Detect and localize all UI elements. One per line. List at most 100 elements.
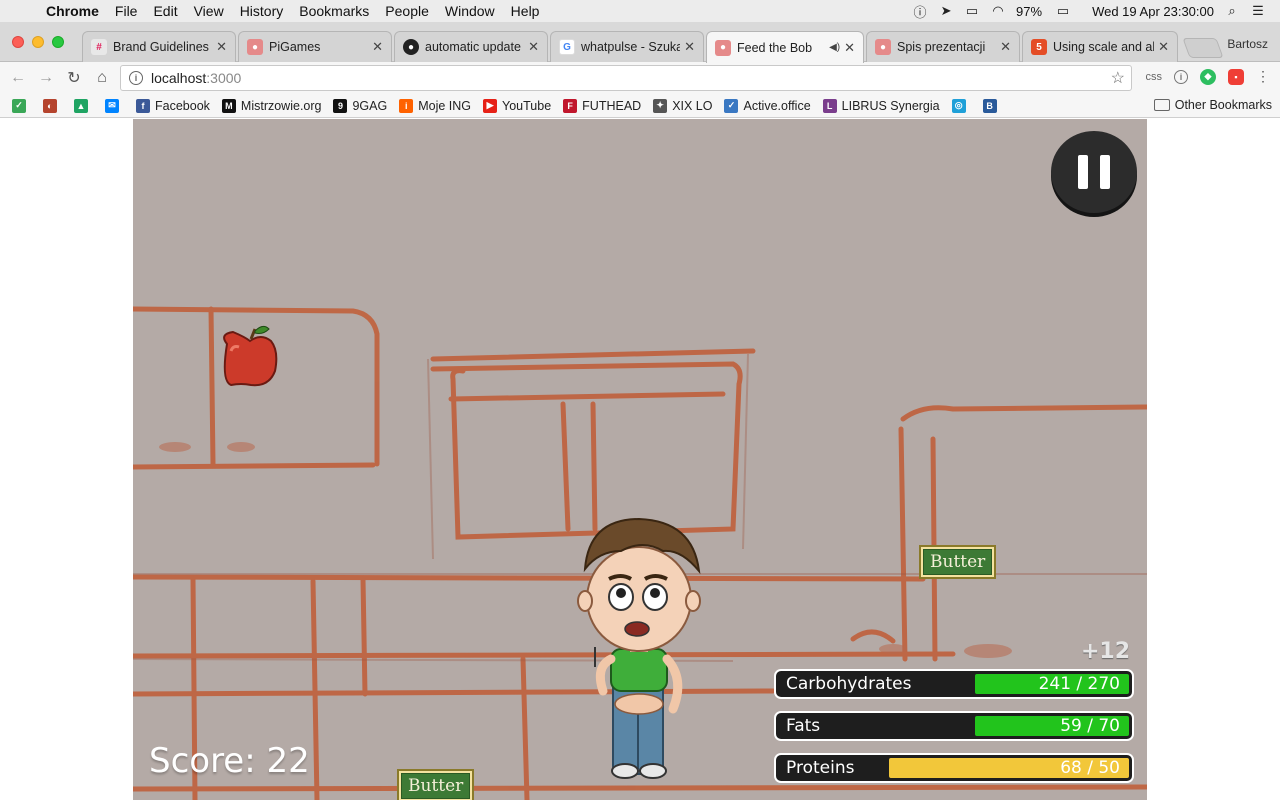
apple-food-item xyxy=(223,325,278,387)
score-display: Score: 22 xyxy=(149,741,310,781)
pig-icon: ● xyxy=(247,39,263,55)
html5-icon: 5 xyxy=(1031,39,1047,55)
close-window-button[interactable] xyxy=(12,36,24,48)
pause-button[interactable] xyxy=(1051,131,1137,213)
bookmark-9gag[interactable]: 9 9GAG xyxy=(333,98,387,113)
chrome-menu-icon[interactable]: ⋮ xyxy=(1256,68,1270,85)
tab-pigames[interactable]: ● PiGames ✕ xyxy=(238,31,392,62)
close-tab-icon[interactable]: ✕ xyxy=(684,39,695,55)
bonus-points: +12 xyxy=(1081,639,1131,664)
css-extension-icon[interactable]: css xyxy=(1146,71,1163,83)
new-tab-button[interactable] xyxy=(1182,38,1224,58)
green-ext-icon: ✓ xyxy=(12,98,26,113)
tab-brand-guidelines[interactable]: # Brand Guidelines ✕ xyxy=(82,31,236,62)
bookmark-facebook[interactable]: f Facebook xyxy=(136,98,210,113)
menu-people[interactable]: People xyxy=(377,3,437,19)
evernote-extension-icon[interactable]: ◆ xyxy=(1200,68,1216,85)
bookmark-drive[interactable]: ▲ xyxy=(74,98,93,113)
tab-title: Using scale and al xyxy=(1053,40,1155,54)
maximize-window-button[interactable] xyxy=(52,36,64,48)
site-info-icon[interactable]: i xyxy=(129,71,143,85)
wifi-icon[interactable]: ◠ xyxy=(990,3,1006,18)
pig-icon: ● xyxy=(875,39,891,55)
back-arrow-icon[interactable]: ← xyxy=(4,64,32,92)
falling-food-butter: Butter xyxy=(919,545,997,579)
pig-icon: ● xyxy=(715,39,731,56)
bookmark-label: LIBRUS Synergia xyxy=(841,98,940,113)
tab-title: whatpulse - Szuka xyxy=(581,40,681,54)
close-tab-icon[interactable]: ✕ xyxy=(528,39,539,55)
github-icon: ● xyxy=(403,39,419,55)
close-tab-icon[interactable]: ✕ xyxy=(372,39,383,55)
facebook-icon: f xyxy=(136,98,150,113)
bookmark-mistrzowie-org[interactable]: M Mistrzowie.org xyxy=(221,98,321,113)
tab-automatic-update[interactable]: ● automatic update ✕ xyxy=(394,31,548,62)
bookmark-ring[interactable]: ◎ xyxy=(951,98,971,113)
falling-food-butter: Butter xyxy=(397,769,475,800)
menu-help[interactable]: Help xyxy=(503,3,548,19)
tab-whatpulse[interactable]: G whatpulse - Szuka ✕ xyxy=(550,31,704,62)
drive-icon: ▲ xyxy=(74,98,88,113)
tab-spis-prezentacji[interactable]: ● Spis prezentacji ✕ xyxy=(866,31,1020,62)
pause-bar-icon xyxy=(1100,155,1110,189)
mistrzowie-icon: M xyxy=(221,98,236,113)
browser-toolbar: ← → ↻ ⌂ i localhost :3000 ☆ css i ◆ ▪ ⋮ xyxy=(0,62,1280,94)
menu-view[interactable]: View xyxy=(186,3,232,19)
mac-menu-bar: Chrome File Edit View History Bookmarks … xyxy=(0,0,1280,22)
audio-playing-icon[interactable]: ◀) xyxy=(829,42,840,53)
airplay-icon[interactable]: ▭ xyxy=(964,3,980,18)
bookmark-xix-lo[interactable]: ✦ XIX LO xyxy=(653,98,713,113)
minimize-window-button[interactable] xyxy=(32,36,44,48)
tab-using-scale[interactable]: 5 Using scale and al ✕ xyxy=(1022,31,1178,62)
bookmark-green-ext[interactable]: ✓ xyxy=(12,98,31,113)
location-icon[interactable]: ➤ xyxy=(938,3,954,18)
battery-percent: 97% xyxy=(1016,3,1043,19)
bookmark-bl[interactable]: B xyxy=(982,98,1002,113)
stat-value: 68 / 50 xyxy=(1060,758,1120,778)
bookmark-active-office[interactable]: ✓ Active.office xyxy=(724,98,811,113)
reload-icon[interactable]: ↻ xyxy=(60,64,88,92)
clock[interactable]: Wed 19 Apr 23:30:00 xyxy=(1092,4,1214,19)
battery-icon[interactable]: ▭ xyxy=(1052,3,1074,18)
game-canvas[interactable]: Butter Butter +12 Score: 22 Carbohydrate… xyxy=(133,119,1147,800)
ing-icon: i xyxy=(399,98,414,113)
tab-title: PiGames xyxy=(269,40,321,54)
bookmark-label: XIX LO xyxy=(672,98,713,113)
bookmark-youtube[interactable]: ▶ YouTube xyxy=(483,98,551,113)
menu-bookmarks[interactable]: Bookmarks xyxy=(291,3,377,19)
menu-window[interactable]: Window xyxy=(437,3,503,19)
menu-history[interactable]: History xyxy=(232,3,292,19)
bookmark-red-ext[interactable]: ◐ xyxy=(43,98,62,113)
tab-feed-the-bob[interactable]: ● Feed the Bob ◀) ✕ xyxy=(706,31,864,63)
menu-edit[interactable]: Edit xyxy=(145,3,185,19)
red-extension-icon[interactable]: ▪ xyxy=(1228,68,1244,85)
close-tab-icon[interactable]: ✕ xyxy=(216,39,227,55)
address-bar[interactable]: i localhost :3000 ☆ xyxy=(120,65,1132,91)
stat-label: Fats xyxy=(786,716,821,736)
tab-title: Feed the Bob xyxy=(737,40,813,55)
menu-app-name[interactable]: Chrome xyxy=(40,3,107,19)
bookmark-futhead[interactable]: F FUTHEAD xyxy=(563,98,641,113)
password-manager-icon[interactable]: ⓘ xyxy=(912,4,928,20)
close-tab-icon[interactable]: ✕ xyxy=(1158,39,1169,55)
bookmarks-bar: ✓ ◐ ▲ ✉ f Facebook M Mistrzowie.org 9 9GAG i Moje I… xyxy=(0,94,1280,118)
close-tab-icon[interactable]: ✕ xyxy=(1000,39,1011,55)
menu-file[interactable]: File xyxy=(107,3,146,19)
bookmark-librus-synergia[interactable]: L LIBRUS Synergia xyxy=(822,98,940,113)
bookmark-moje-ing[interactable]: i Moje ING xyxy=(399,98,471,113)
home-icon[interactable]: ⌂ xyxy=(88,64,116,92)
active-office-icon: ✓ xyxy=(724,98,739,113)
close-tab-icon[interactable]: ✕ xyxy=(844,40,855,56)
stat-fats: Fats 59 / 70 xyxy=(774,711,1134,741)
futhead-icon: F xyxy=(563,98,578,113)
bookmark-messenger[interactable]: ✉ xyxy=(105,98,124,113)
spotlight-search-icon[interactable]: ⌕ xyxy=(1224,3,1240,18)
notification-center-icon[interactable]: ☰ xyxy=(1250,3,1266,18)
info-extension-icon[interactable]: i xyxy=(1174,69,1188,84)
profile-name[interactable]: Bartosz xyxy=(1227,37,1268,51)
forward-arrow-icon[interactable]: → xyxy=(32,64,60,92)
bookmark-star-icon[interactable]: ☆ xyxy=(1111,68,1125,88)
bookmark-label: Active.office xyxy=(743,98,811,113)
other-bookmarks-folder[interactable]: Other Bookmarks xyxy=(1153,98,1272,112)
youtube-icon: ▶ xyxy=(483,98,498,113)
